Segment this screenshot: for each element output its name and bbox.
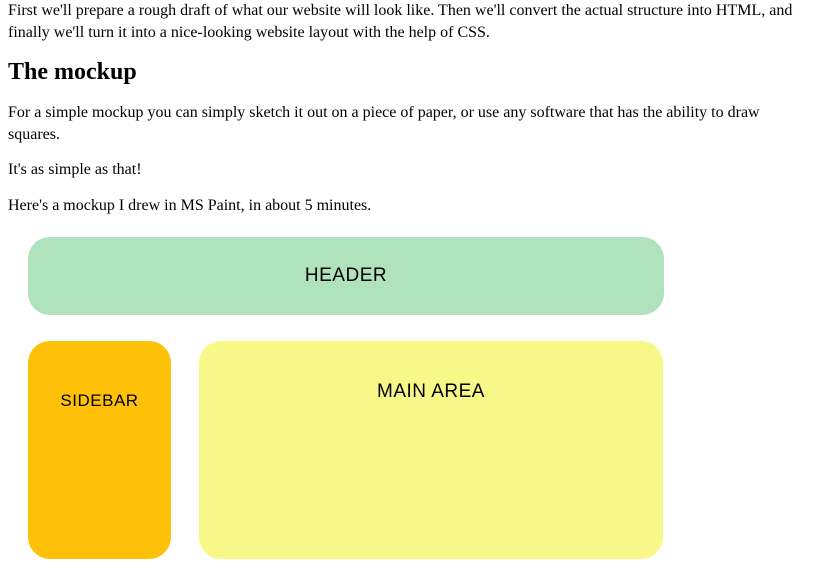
mockup-image: HEADER SIDEBAR MAIN AREA <box>8 231 815 559</box>
mockup-main-label: MAIN AREA <box>377 381 485 403</box>
body-paragraph-2: It's as simple as that! <box>8 159 815 181</box>
mockup-sidebar-label: SIDEBAR <box>60 391 138 411</box>
mockup-sidebar-box: SIDEBAR <box>28 341 171 559</box>
mockup-header-label: HEADER <box>305 265 387 287</box>
mockup-main-box: MAIN AREA <box>199 341 663 559</box>
mockup-header-box: HEADER <box>28 237 664 315</box>
body-paragraph-3: Here's a mockup I drew in MS Paint, in a… <box>8 195 815 217</box>
section-heading: The mockup <box>8 59 815 86</box>
mockup-row: SIDEBAR MAIN AREA <box>28 341 795 559</box>
intro-paragraph: First we'll prepare a rough draft of wha… <box>8 0 815 43</box>
body-paragraph-1: For a simple mockup you can simply sketc… <box>8 102 815 145</box>
